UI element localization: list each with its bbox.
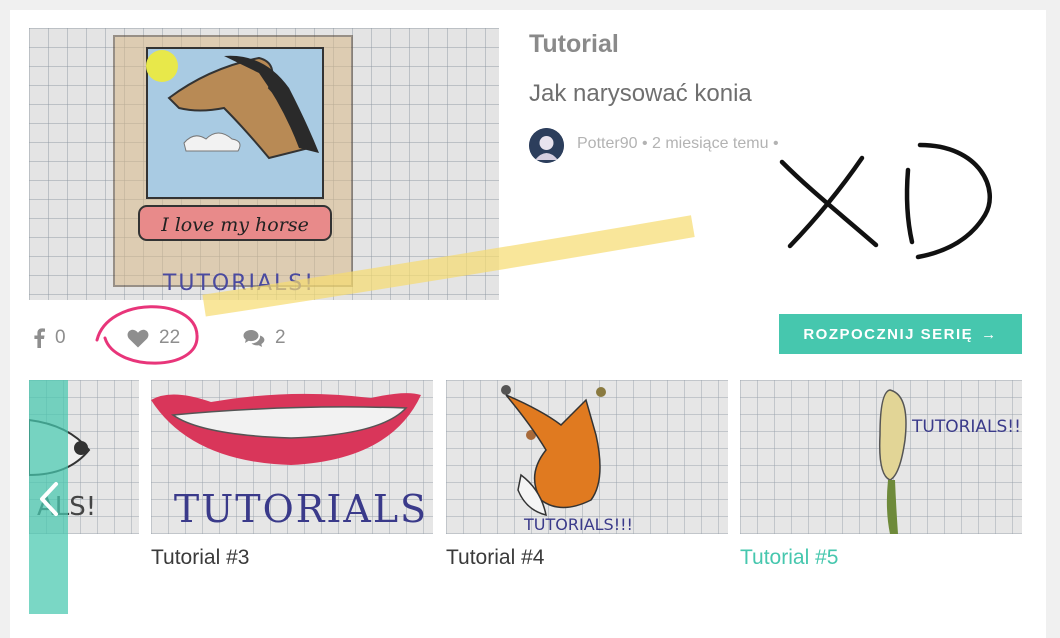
drawing-banner-text: I love my horse xyxy=(160,214,309,236)
post-thumbnail[interactable]: I love my horse TUTORIALS! xyxy=(29,28,499,300)
like-button[interactable]: 22 xyxy=(127,327,180,349)
likes-count: 22 xyxy=(159,327,181,348)
horse-drawing: I love my horse TUTORIALS! xyxy=(113,35,353,296)
series-item-label-5[interactable]: Tutorial #5 xyxy=(740,546,838,570)
avatar-image xyxy=(529,128,564,163)
thumb-3-text: TUTORIALS xyxy=(174,487,428,531)
arrow-right-icon: → xyxy=(981,325,998,343)
series-thumb-5[interactable]: TUTORIALS!! xyxy=(740,380,1022,534)
series-item-label-4[interactable]: Tutorial #4 xyxy=(446,546,544,570)
series-thumb-3[interactable]: TUTORIALS xyxy=(151,380,433,534)
drawing-footer-text: TUTORIALS! xyxy=(162,271,315,296)
thumb-4-text: TUTORIALS!!! xyxy=(523,515,633,534)
series-prev-button[interactable] xyxy=(29,380,68,614)
series-item-label-3[interactable]: Tutorial #3 xyxy=(151,546,249,570)
facebook-count: 0 xyxy=(55,327,66,348)
post-category[interactable]: Tutorial xyxy=(529,30,619,59)
lips-drawing: TUTORIALS xyxy=(151,393,428,531)
comments-icon xyxy=(243,330,265,347)
meta-separator: • xyxy=(641,135,648,152)
author-avatar[interactable] xyxy=(529,128,564,163)
facebook-icon xyxy=(34,328,45,348)
post-time: 2 miesiące temu xyxy=(652,135,769,152)
facebook-share[interactable]: 0 xyxy=(33,327,66,349)
thumb-5-text: TUTORIALS!! xyxy=(911,417,1021,437)
comments-link[interactable]: 2 xyxy=(243,327,286,349)
corn-drawing: TUTORIALS!! xyxy=(878,389,1021,534)
series-thumb-4[interactable]: TUTORIALS!!! xyxy=(446,380,728,534)
start-series-label: ROZPOCZNIJ SERIĘ xyxy=(803,325,974,343)
author-name[interactable]: Potter90 xyxy=(577,135,637,152)
heart-icon xyxy=(127,329,149,347)
chevron-left-icon xyxy=(40,482,58,516)
fox-drawing: TUTORIALS!!! xyxy=(501,385,633,534)
start-series-button[interactable]: ROZPOCZNIJ SERIĘ → xyxy=(779,314,1022,354)
post-title[interactable]: Jak narysować konia xyxy=(529,80,752,108)
post-meta: Potter90 • 2 miesiące temu • xyxy=(577,135,779,153)
comments-count: 2 xyxy=(275,327,286,348)
meta-separator: • xyxy=(772,135,779,152)
